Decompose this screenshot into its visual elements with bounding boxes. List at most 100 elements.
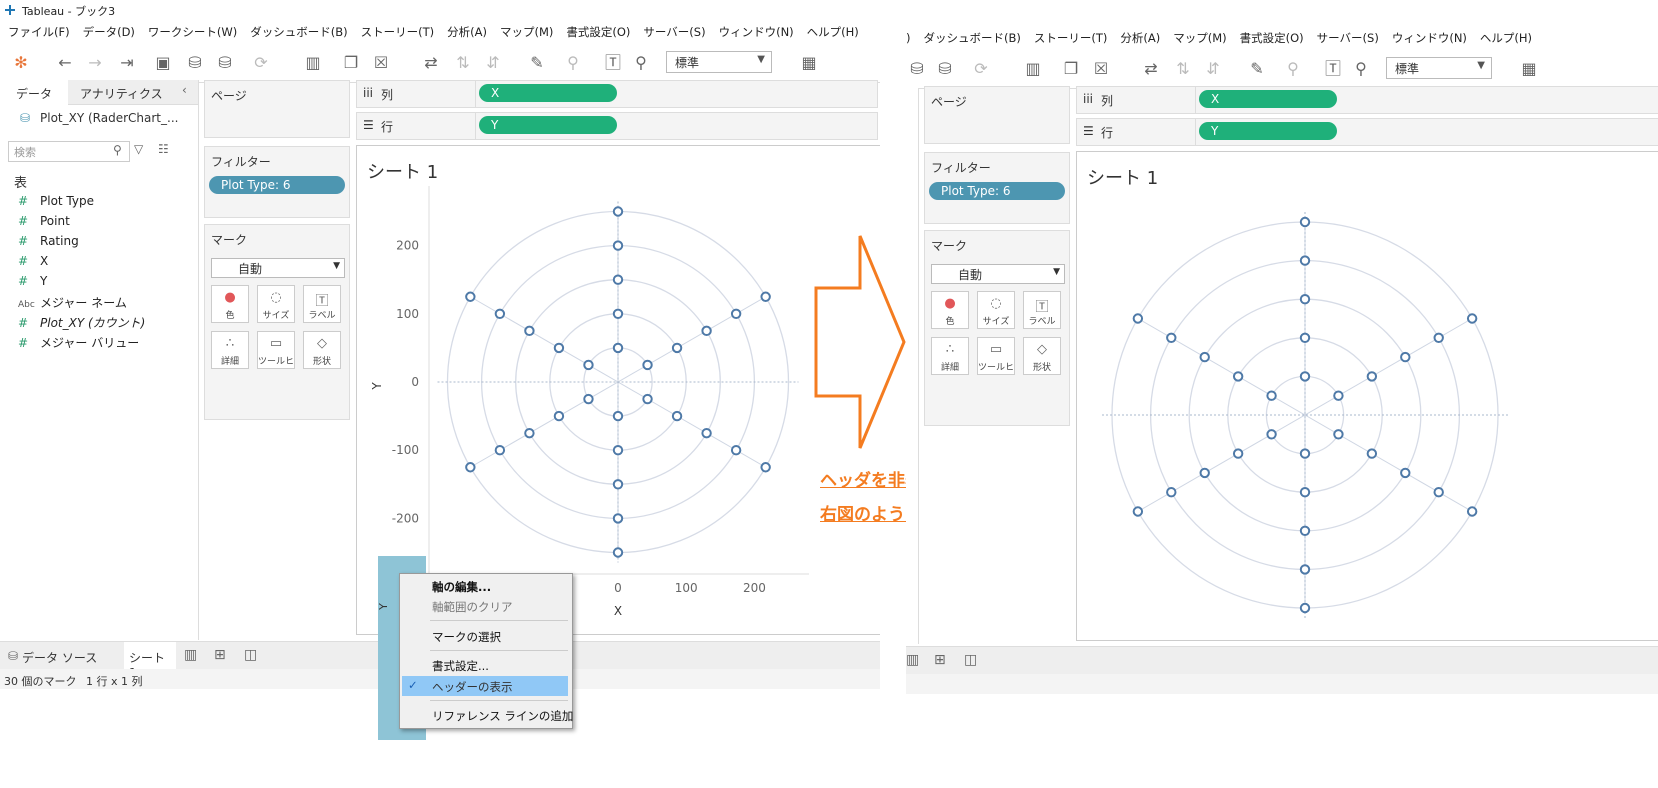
data-point[interactable] xyxy=(494,308,506,320)
data-point[interactable] xyxy=(760,462,771,473)
sort-asc-icon[interactable]: ⇅ xyxy=(1172,58,1194,80)
refresh-icon[interactable]: ⟳ xyxy=(250,52,272,74)
data-point[interactable] xyxy=(1333,429,1344,440)
data-point[interactable] xyxy=(494,445,506,456)
data-point[interactable] xyxy=(1199,467,1210,479)
pin-icon[interactable]: ⚲ xyxy=(1350,58,1372,80)
forward-icon[interactable]: → xyxy=(84,52,106,74)
mark-button[interactable]: ▭ ツールヒ... xyxy=(257,331,295,369)
highlight-icon[interactable]: ✎ xyxy=(526,52,548,74)
duplicate-sheet-icon[interactable]: ❐ xyxy=(340,52,362,74)
menu-show-header[interactable]: ✓ ヘッダーの表示 xyxy=(402,676,568,696)
data-point[interactable] xyxy=(1299,487,1311,498)
data-point[interactable] xyxy=(1400,351,1411,363)
rows-pill-y[interactable]: Y xyxy=(479,116,617,134)
refresh-icon[interactable]: ⟳ xyxy=(970,58,992,80)
menu-item[interactable]: サーバー(S) xyxy=(1317,30,1379,46)
tab-data[interactable]: データ xyxy=(0,80,68,106)
mark-button[interactable]: ● 色 xyxy=(931,291,969,329)
mark-type-select[interactable]: 自動 ▼ xyxy=(211,258,345,278)
radar-scatter-chart[interactable]: 200 100 0 -100 -200 0 100 200 X Y xyxy=(357,146,880,634)
data-point[interactable] xyxy=(1199,351,1210,363)
swap-icon[interactable]: ⇄ xyxy=(420,52,442,74)
new-story-icon[interactable]: ◫ xyxy=(964,652,977,668)
view-options-icon[interactable]: ☷ xyxy=(158,142,169,156)
data-point[interactable] xyxy=(1266,429,1277,440)
swap-icon[interactable]: ⇄ xyxy=(1140,58,1162,80)
sort-desc-icon[interactable]: ⇵ xyxy=(482,52,504,74)
data-point[interactable] xyxy=(671,342,683,354)
data-point[interactable] xyxy=(642,393,653,405)
menu-item[interactable]: マップ(M) xyxy=(1173,30,1226,46)
menu-item[interactable]: データ(D) xyxy=(83,24,135,40)
menu-item[interactable]: ヘルプ(H) xyxy=(807,24,859,40)
menu-add-reference-line[interactable]: リファレンス ラインの追加 xyxy=(432,708,573,724)
menu-format[interactable]: 書式設定... xyxy=(432,658,489,674)
data-point[interactable] xyxy=(730,308,742,320)
duplicate-sheet-icon[interactable]: ❐ xyxy=(1060,58,1082,80)
fit-select-right[interactable]: 標準 ▼ xyxy=(1386,57,1492,79)
data-point[interactable] xyxy=(612,410,624,422)
new-datasource-icon[interactable]: ⛁ xyxy=(184,52,206,74)
menu-item[interactable]: ファイル(F) xyxy=(8,24,70,40)
fit-select[interactable]: 標準 ▼ xyxy=(666,51,772,73)
field-item[interactable]: # Y xyxy=(18,274,47,288)
data-point[interactable] xyxy=(760,291,771,302)
data-point[interactable] xyxy=(1299,371,1311,382)
data-point[interactable] xyxy=(730,445,742,456)
data-point[interactable] xyxy=(612,445,624,456)
menu-item[interactable]: ストーリー(T) xyxy=(1034,30,1108,46)
field-item[interactable]: # Rating xyxy=(18,234,79,248)
data-point[interactable] xyxy=(612,308,624,320)
field-item[interactable]: # Plot Type xyxy=(18,194,94,208)
data-point[interactable] xyxy=(524,427,535,439)
datasource-menu-icon[interactable]: ⛁ xyxy=(906,58,928,80)
data-point[interactable] xyxy=(1132,506,1144,517)
show-me-icon[interactable]: ▦ xyxy=(1518,58,1540,80)
data-point[interactable] xyxy=(1433,487,1444,498)
data-point[interactable] xyxy=(1299,448,1311,459)
mark-type-select[interactable]: 自動 ▼ xyxy=(931,264,1065,284)
data-point[interactable] xyxy=(1299,216,1311,228)
datasource-menu-icon[interactable]: ⛁ xyxy=(934,58,956,80)
menu-item[interactable]: ワークシート(W) xyxy=(148,24,237,40)
data-point[interactable] xyxy=(701,427,712,439)
menu-item[interactable]: 書式設定(O) xyxy=(1240,30,1304,46)
new-dashboard-icon[interactable]: ⊞ xyxy=(934,652,946,668)
highlight-icon[interactable]: ✎ xyxy=(1246,58,1268,80)
filter-pill-right[interactable]: Plot Type: 6 xyxy=(929,182,1065,200)
search-input[interactable]: 検索 ⚲ xyxy=(8,141,130,162)
sheet-tab[interactable]: シート 1 xyxy=(124,642,176,680)
data-point[interactable] xyxy=(1266,390,1277,401)
mark-button[interactable]: 🅃 ラベル xyxy=(303,285,341,323)
data-point[interactable] xyxy=(642,359,653,371)
mark-button[interactable]: ◌ サイズ xyxy=(977,291,1015,329)
data-point[interactable] xyxy=(1299,602,1311,614)
rows-pill-y[interactable]: Y xyxy=(1199,122,1337,140)
save-icon[interactable]: ▣ xyxy=(152,52,174,74)
redo-menu-icon[interactable]: ⇥ xyxy=(116,52,138,74)
field-item[interactable]: # X xyxy=(18,254,48,268)
data-point[interactable] xyxy=(1400,467,1411,479)
group-icon[interactable]: ⚲ xyxy=(562,52,584,74)
data-point[interactable] xyxy=(1299,294,1311,305)
data-point[interactable] xyxy=(1299,255,1311,266)
data-point[interactable] xyxy=(612,274,624,285)
mark-button[interactable]: ◇ 形状 xyxy=(303,331,341,369)
data-point[interactable] xyxy=(524,325,535,337)
menu-item[interactable]: 書式設定(O) xyxy=(566,24,630,40)
filter-pill[interactable]: Plot Type: 6 xyxy=(209,176,345,194)
data-point[interactable] xyxy=(1166,487,1177,498)
tab-analytics[interactable]: アナリティクス ‹ xyxy=(68,80,198,105)
sort-desc-icon[interactable]: ⇵ xyxy=(1202,58,1224,80)
mark-button[interactable]: ▭ ツールヒ... xyxy=(977,337,1015,375)
datasource-menu-icon[interactable]: ⛁ xyxy=(214,52,236,74)
label-icon[interactable]: 🅃 xyxy=(1322,58,1344,80)
data-point[interactable] xyxy=(583,359,594,371)
new-story-icon[interactable]: ◫ xyxy=(244,647,257,663)
mark-button[interactable]: 🅃 ラベル xyxy=(1023,291,1061,329)
field-item[interactable]: # メジャー バリュー xyxy=(18,334,139,351)
collapse-icon[interactable]: ‹ xyxy=(182,83,187,97)
label-icon[interactable]: 🅃 xyxy=(602,52,624,74)
data-point[interactable] xyxy=(1132,313,1144,324)
